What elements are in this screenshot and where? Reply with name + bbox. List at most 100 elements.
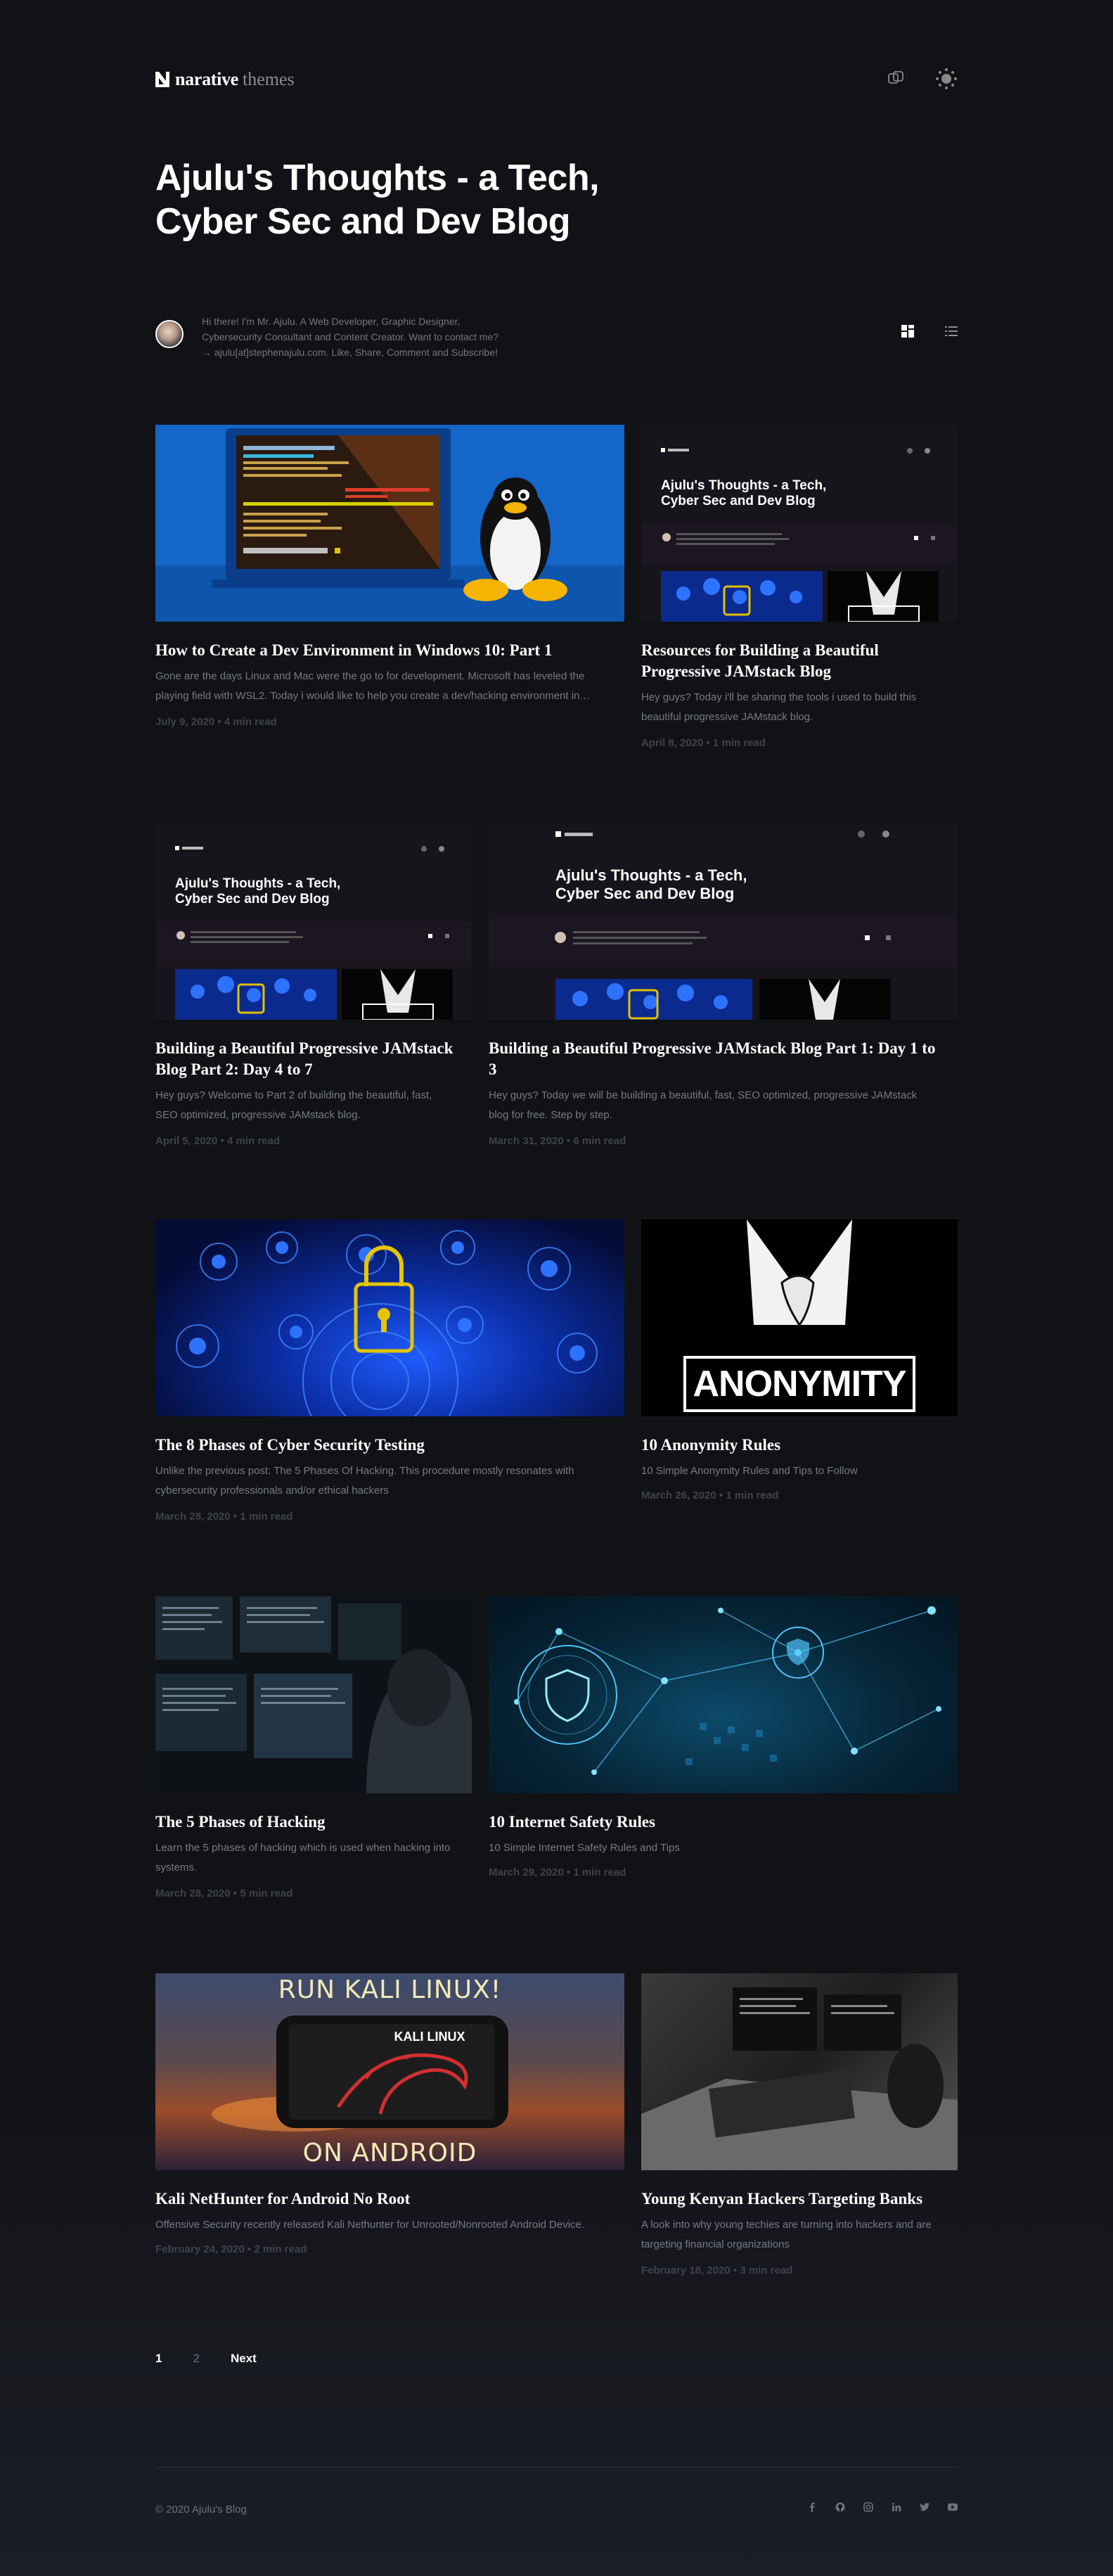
excerpt-line: Offensive Security recently released Kal… [155,2219,585,2231]
excerpt-line: Hey guys? Today i'll be sharing the tool… [641,691,917,703]
post-excerpt: 10 Simple Anonymity Rules and Tips to Fo… [641,1461,958,1481]
post-excerpt: Hey guys? Welcome to Part 2 of building … [155,1086,472,1125]
svg-text:Ajulu's Thoughts - a Tech,: Ajulu's Thoughts - a Tech, [175,876,340,891]
footer-copyright: © 2020 Ajulu's Blog [155,2504,247,2516]
post-card[interactable]: RUN KALI LINUX! KALI LINUX ON ANDROID Ka… [155,1973,624,2304]
post-title[interactable]: Kali NetHunter for Android No Root [155,2189,624,2210]
kali-image-bottom-text: ON ANDROID [302,2139,477,2167]
title-line-2: Cyber Sec and Dev Blog [155,201,571,242]
post-thumbnail-anonymity: ANONYMITY [641,1219,958,1416]
post-meta: April 8, 2020 • 1 min read [641,737,766,749]
post-title[interactable]: The 8 Phases of Cyber Security Testing [155,1435,624,1456]
social-links [807,2502,958,2512]
excerpt-line: 10 Simple Anonymity Rules and Tips to Fo… [641,1465,858,1477]
post-thumbnail-shield-network [489,1596,958,1793]
linkedin-icon[interactable] [892,2502,901,2512]
post-meta: March 28, 2020 • 1 min read [155,1511,293,1523]
post-meta: March 28, 2020 • 5 min read [155,1888,293,1899]
page-title: Ajulu's Thoughts - a Tech, Cyber Sec and… [155,156,600,243]
post-thumbnail-linux-laptop [155,425,624,622]
post-meta: March 31, 2020 • 6 min read [489,1135,626,1147]
pagination: 1 2 Next [155,2352,257,2366]
title-line: Resources for Building a Beautiful [641,641,879,659]
author-bio: Hi there! I'm Mr. Ajulu. A Web Developer… [202,314,539,360]
github-icon[interactable] [835,2502,845,2512]
title-line: Building a Beautiful Progressive JAMstac… [489,1039,936,1057]
post-title[interactable]: Young Kenyan Hackers Targeting Banks [641,2189,958,2210]
post-title[interactable]: Resources for Building a Beautiful Progr… [641,640,958,682]
post-meta: February 18, 2020 • 3 min read [641,2264,793,2276]
post-card[interactable]: 10 Internet Safety Rules 10 Simple Inter… [489,1596,958,1913]
post-excerpt: Hey guys? Today i'll be sharing the tool… [641,688,958,727]
post-thumbnail-hacker-monitors [155,1596,472,1793]
post-meta: March 29, 2020 • 1 min read [489,1866,626,1878]
bio-line: Hi there! I'm Mr. Ajulu. A Web Developer… [202,316,461,327]
post-title[interactable]: Building a Beautiful Progressive JAMstac… [489,1038,958,1080]
post-title[interactable]: 10 Anonymity Rules [641,1435,958,1456]
post-excerpt: Learn the 5 phases of hacking which is u… [155,1838,472,1878]
excerpt-line: beautiful progressive JAMstack blog. [641,711,813,723]
kali-image-phone-text: KALI LINUX [394,2030,465,2044]
grid-view-icon[interactable] [901,325,914,338]
svg-text:Ajulu's Thoughts - a Tech,: Ajulu's Thoughts - a Tech, [661,478,826,493]
top-nav: narative themes [155,68,958,90]
title-line: Blog Part 2: Day 4 to 7 [155,1060,313,1078]
page-1-link[interactable]: 1 [155,2352,162,2366]
post-title[interactable]: Building a Beautiful Progressive JAMstac… [155,1038,472,1080]
brand-name: narative [175,69,239,89]
page-2-link[interactable]: 2 [193,2352,199,2366]
post-card[interactable]: How to Create a Dev Environment in Windo… [155,425,624,755]
post-card[interactable]: ANONYMITY 10 Anonymity Rules 10 Simple A… [641,1219,958,1536]
narative-logo-icon [155,72,169,87]
excerpt-line: Gone are the days Linux and Mac were the… [155,670,585,682]
post-thumbnail-hacker-bw [641,1973,958,2170]
excerpt-line: Learn the 5 phases of hacking which is u… [155,1842,451,1854]
post-meta: April 5, 2020 • 4 min read [155,1135,280,1147]
post-title[interactable]: 10 Internet Safety Rules [489,1812,958,1833]
post-excerpt: Hey guys? Today we will be building a be… [489,1086,958,1125]
post-thumbnail-blog-screenshot: Ajulu's Thoughts - a Tech, Cyber Sec and… [155,823,472,1020]
post-title[interactable]: How to Create a Dev Environment in Windo… [155,640,624,661]
title-line-1: Ajulu's Thoughts - a Tech, [155,158,600,198]
instagram-icon[interactable] [863,2502,873,2512]
excerpt-line: Hey guys? Welcome to Part 2 of building … [155,1089,432,1101]
post-meta: March 26, 2020 • 1 min read [641,1489,779,1501]
title-line: Progressive JAMstack Blog [641,662,832,680]
post-card[interactable]: The 5 Phases of Hacking Learn the 5 phas… [155,1596,472,1913]
svg-text:Cyber Sec and Dev Blog: Cyber Sec and Dev Blog [175,892,330,906]
excerpt-line: Hey guys? Today we will be building a be… [489,1089,918,1101]
post-excerpt: 10 Simple Internet Safety Rules and Tips [489,1838,958,1858]
post-card[interactable]: Ajulu's Thoughts - a Tech, Cyber Sec and… [155,823,472,1153]
post-thumbnail-kali-android: RUN KALI LINUX! KALI LINUX ON ANDROID [155,1973,624,2170]
next-page-link[interactable]: Next [231,2352,257,2366]
post-meta: February 24, 2020 • 2 min read [155,2243,307,2255]
brand-sub: themes [243,69,295,89]
svg-text:Cyber Sec and Dev Blog: Cyber Sec and Dev Blog [555,885,734,902]
avatar[interactable] [155,320,184,348]
facebook-icon[interactable] [807,2502,817,2512]
post-excerpt: Gone are the days Linux and Mac were the… [155,667,624,706]
bio-line: → ajulu[at]stephenajulu.com. Like, Share… [202,347,498,358]
excerpt-line: targeting financial organizations [641,2238,790,2250]
excerpt-line: systems. [155,1861,198,1873]
post-card[interactable]: Young Kenyan Hackers Targeting Banks A l… [641,1973,958,2304]
youtube-icon[interactable] [948,2502,958,2512]
twitter-icon[interactable] [920,2502,929,2512]
post-card[interactable]: Ajulu's Thoughts - a Tech, Cyber Sec and… [489,823,958,1153]
title-line: 3 [489,1060,497,1078]
excerpt-line: cybersecurity professionals and/or ethic… [155,1485,389,1497]
anonymity-image-text: ANONYMITY [693,1364,907,1404]
post-title[interactable]: The 5 Phases of Hacking [155,1812,472,1833]
excerpt-line: 10 Simple Internet Safety Rules and Tips [489,1842,680,1854]
post-card[interactable]: The 8 Phases of Cyber Security Testing U… [155,1219,624,1536]
site-logo[interactable]: narative themes [155,69,295,90]
post-thumbnail-blog-screenshot: Ajulu's Thoughts - a Tech, Cyber Sec and… [641,425,958,622]
copy-link-icon[interactable] [884,68,907,90]
list-view-icon[interactable] [945,325,958,338]
excerpt-line: SEO optimized, progressive JAMstack blog… [155,1109,361,1121]
post-thumbnail-blog-screenshot: Ajulu's Thoughts - a Tech, Cyber Sec and… [489,823,958,1020]
post-card[interactable]: Ajulu's Thoughts - a Tech, Cyber Sec and… [641,425,958,755]
theme-toggle-icon[interactable] [935,68,958,90]
svg-text:Ajulu's Thoughts - a Tech,: Ajulu's Thoughts - a Tech, [555,866,747,884]
post-excerpt: A look into why young techies are turnin… [641,2215,958,2255]
